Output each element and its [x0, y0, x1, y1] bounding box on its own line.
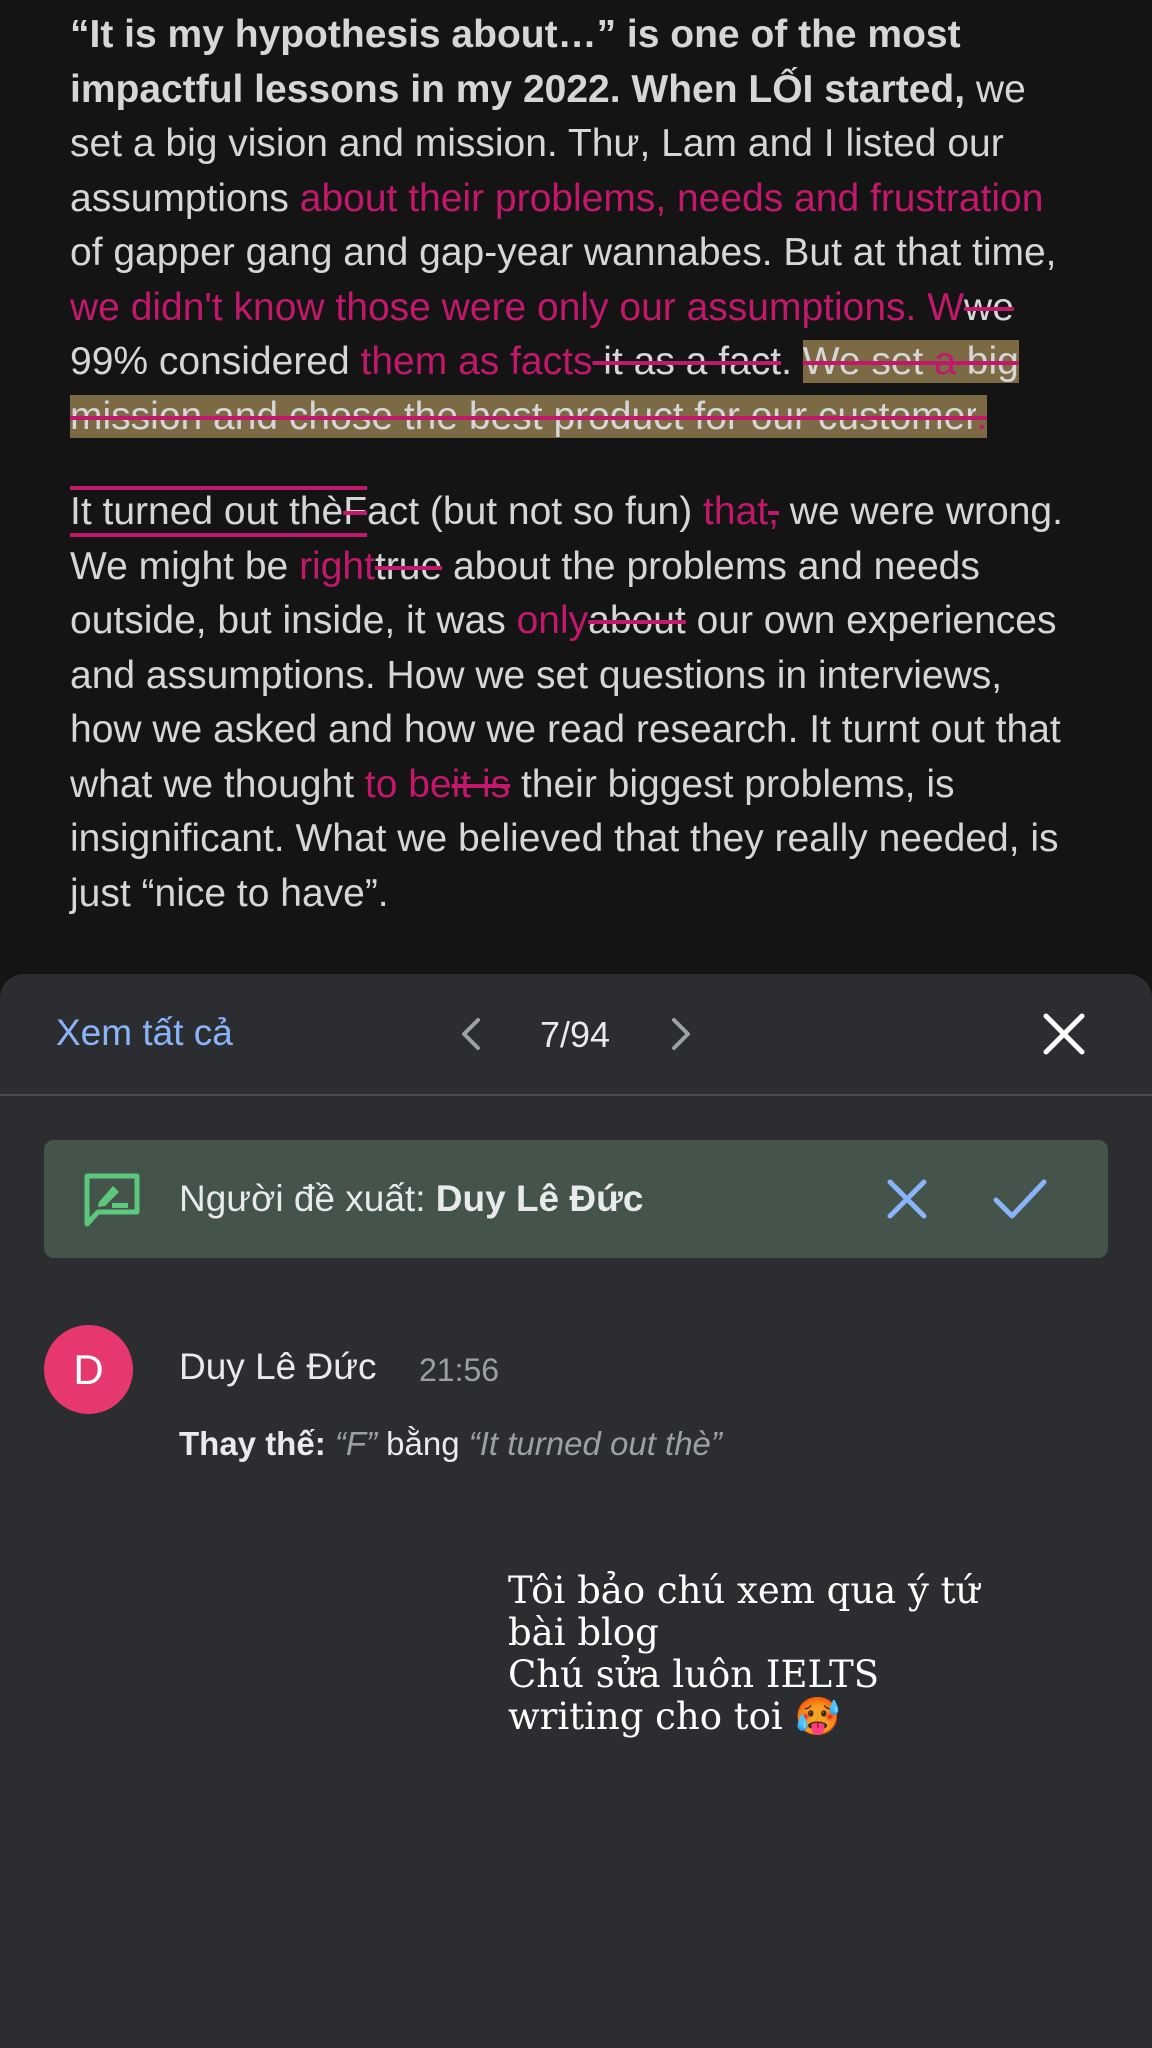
close-icon[interactable]: [1036, 1006, 1092, 1062]
connector-text: bằng: [377, 1425, 469, 1462]
suggestion-sheet: Xem tất cả 7/94 Người đề xuất: Duy Lê Đứ…: [0, 974, 1152, 2048]
original-text: “F”: [334, 1425, 377, 1462]
chevron-right-icon[interactable]: [656, 1010, 704, 1058]
suggested-deletion-highlighted[interactable]: .: [976, 394, 987, 438]
text-run: act (but not so fun): [367, 490, 704, 533]
replacement-text: “It turned out thè”: [468, 1425, 722, 1462]
divider: [0, 1094, 1152, 1096]
suggester-label: Người đề xuất: Duy Lê Đức: [179, 1178, 644, 1220]
caption-line: Tôi bảo chú xem qua ý tứ: [508, 1569, 980, 1612]
suggested-deletion[interactable]: we: [964, 286, 1014, 329]
comment-author: Duy Lê Đức: [179, 1346, 377, 1387]
suggested-insertion[interactable]: right: [299, 545, 375, 588]
suggested-deletion[interactable]: true: [375, 545, 442, 588]
caption-line: writing cho toi 🥵: [508, 1695, 841, 1738]
text-run: 99% considered: [70, 340, 361, 383]
bold-lead: “It is my hypothesis about…” is one of t…: [70, 13, 966, 111]
suggested-deletion[interactable]: about: [588, 599, 686, 642]
suggestion-banner: Người đề xuất: Duy Lê Đức: [44, 1140, 1108, 1258]
chevron-left-icon[interactable]: [448, 1010, 496, 1058]
suggested-insertion[interactable]: we didn't know those were only our assum…: [70, 286, 964, 329]
action-label: Thay thế:: [179, 1425, 326, 1462]
suggestion-counter: 7/94: [539, 1014, 611, 1055]
selected-suggestion-deletion[interactable]: F: [343, 486, 368, 537]
suggest-edit-icon: [82, 1172, 142, 1228]
suggested-insertion[interactable]: them as facts: [361, 340, 593, 383]
suggestion-detail: Thay thế: “F” bằng “It turned out thè”: [179, 1425, 722, 1463]
text-run: .: [781, 340, 803, 383]
sheet-header: Xem tất cả 7/94: [0, 974, 1152, 1094]
suggester-prefix: Người đề xuất:: [179, 1178, 436, 1219]
caption-line: bài blog: [508, 1611, 659, 1654]
see-all-link[interactable]: Xem tất cả: [56, 1012, 233, 1054]
suggested-insertion[interactable]: that: [703, 490, 768, 533]
suggested-deletion-highlighted[interactable]: a: [934, 340, 956, 383]
comment-time: 21:56: [419, 1352, 500, 1388]
suggested-deletion[interactable]: it as a fact: [592, 340, 781, 383]
text-run: of gapper gang and gap-year wannabes. Bu…: [70, 231, 1057, 274]
overlay-caption: Tôi bảo chú xem qua ý tứ bài blog Chú sử…: [508, 1570, 1068, 1738]
suggested-deletion[interactable]: it is: [452, 763, 511, 806]
suggested-insertion[interactable]: to be: [365, 763, 452, 806]
suggested-deletion[interactable]: ,: [768, 490, 779, 533]
suggested-deletion-highlighted[interactable]: We set: [802, 340, 935, 383]
suggested-insertion[interactable]: only: [517, 599, 589, 642]
avatar: D: [44, 1325, 133, 1414]
selected-suggestion-insertion[interactable]: It turned out thè: [70, 486, 344, 537]
accept-check-icon[interactable]: [990, 1174, 1050, 1224]
paragraph-1: “It is my hypothesis about…” is one of t…: [70, 8, 1080, 444]
reject-x-icon[interactable]: [882, 1174, 932, 1224]
suggested-insertion[interactable]: about their problems, needs and frustrat…: [300, 177, 1044, 220]
document-body: “It is my hypothesis about…” is one of t…: [70, 0, 1080, 921]
suggester-name: Duy Lê Đức: [435, 1178, 644, 1219]
paragraph-2: It turned out thèFact (but not so fun) t…: [70, 485, 1080, 921]
caption-line: Chú sửa luôn IELTS: [508, 1653, 880, 1696]
